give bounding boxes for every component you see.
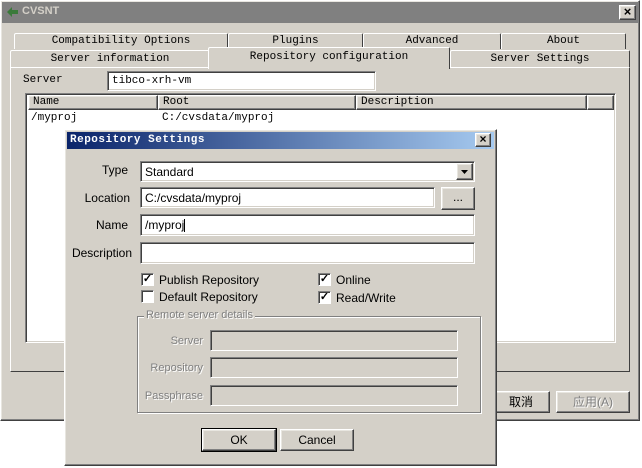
check-icon: ✓ [319, 291, 330, 303]
tab-label: Server Settings [490, 53, 590, 65]
main-close-button[interactable]: × [619, 5, 636, 20]
column-header-name[interactable]: Name [28, 95, 158, 110]
default-label: Default Repository [159, 290, 258, 304]
online-label: Online [336, 273, 371, 287]
name-field[interactable]: /myproj [140, 214, 475, 236]
publish-checkbox[interactable]: ✓ [141, 273, 154, 286]
remote-repository-label: Repository [150, 362, 203, 374]
location-label: Location [84, 191, 130, 205]
button-label: 取消 [508, 395, 533, 409]
description-label: Description [71, 246, 132, 260]
ok-button[interactable]: OK [201, 428, 277, 452]
table-row[interactable]: /myproj C:/cvsdata/myproj [28, 112, 528, 126]
tab-server-information[interactable]: Server information [10, 50, 210, 68]
type-value: Standard [145, 165, 194, 179]
main-cancel-button[interactable]: 取消 [492, 391, 550, 413]
type-dropdown-button[interactable] [456, 163, 473, 180]
description-field[interactable] [140, 242, 475, 264]
dialog-title-bar: Repository Settings [67, 132, 494, 149]
remote-group-label: Remote server details [144, 309, 255, 321]
check-icon: ✓ [319, 273, 330, 285]
tab-about[interactable]: About [501, 33, 626, 49]
tab-server-settings[interactable]: Server Settings [450, 50, 630, 68]
type-label: Type [101, 163, 128, 177]
tab-label: Repository configuration [249, 51, 409, 63]
location-field[interactable]: C:/cvsdata/myproj [140, 187, 435, 208]
tab-repository-configuration[interactable]: Repository configuration [208, 47, 450, 69]
online-checkbox[interactable]: ✓ [318, 273, 331, 286]
tab-compatibility-options[interactable]: Compatibility Options [14, 33, 228, 49]
server-value: tibco-xrh-vm [112, 75, 192, 87]
server-label: Server [23, 74, 63, 86]
remote-repository-field[interactable] [210, 357, 458, 378]
default-checkbox[interactable] [141, 290, 154, 303]
close-icon: × [623, 4, 632, 19]
remote-passphrase-field[interactable] [210, 385, 458, 406]
main-title: CVSNT [22, 5, 60, 17]
type-select[interactable]: Standard [140, 161, 475, 182]
main-apply-button[interactable]: 应用(A) [556, 391, 630, 413]
remote-passphrase-label: Passphrase [144, 390, 203, 402]
app-icon [6, 6, 19, 18]
button-label: OK [230, 433, 248, 447]
chevron-down-icon [461, 170, 468, 174]
column-header-label: Root [163, 96, 190, 108]
name-value: /myproj [145, 218, 185, 232]
readwrite-label: Read/Write [336, 291, 396, 305]
button-label: 应用(A) [573, 395, 613, 409]
row-name: /myproj [31, 112, 78, 124]
button-label: Cancel [298, 433, 336, 447]
readwrite-checkbox[interactable]: ✓ [318, 291, 331, 304]
dialog-title: Repository Settings [70, 134, 205, 146]
cancel-button[interactable]: Cancel [280, 429, 354, 451]
row-root: C:/cvsdata/myproj [162, 112, 275, 124]
tab-label: Server information [50, 53, 170, 65]
check-icon: ✓ [142, 273, 153, 285]
text-cursor [184, 219, 186, 233]
tab-label: About [546, 35, 580, 47]
column-header-label: Description [361, 96, 434, 108]
tab-label: Plugins [272, 35, 319, 47]
location-value: C:/cvsdata/myproj [145, 191, 242, 205]
column-header-label: Name [33, 96, 60, 108]
tab-label: Compatibility Options [51, 35, 191, 47]
close-icon: × [479, 132, 487, 146]
name-label: Name [95, 218, 128, 232]
tab-label: Advanced [405, 35, 459, 47]
column-header-root[interactable]: Root [158, 95, 356, 110]
column-header-description[interactable]: Description [356, 95, 587, 110]
dialog-close-button[interactable]: × [475, 133, 491, 147]
button-label: ... [452, 190, 463, 204]
main-title-bar: CVSNT [2, 2, 638, 23]
browse-button[interactable]: ... [441, 187, 475, 210]
column-header-filler [587, 95, 614, 110]
remote-server-field[interactable] [210, 330, 458, 351]
publish-label: Publish Repository [159, 273, 260, 287]
server-field[interactable]: tibco-xrh-vm [107, 71, 376, 91]
remote-server-label: Server [170, 335, 203, 347]
